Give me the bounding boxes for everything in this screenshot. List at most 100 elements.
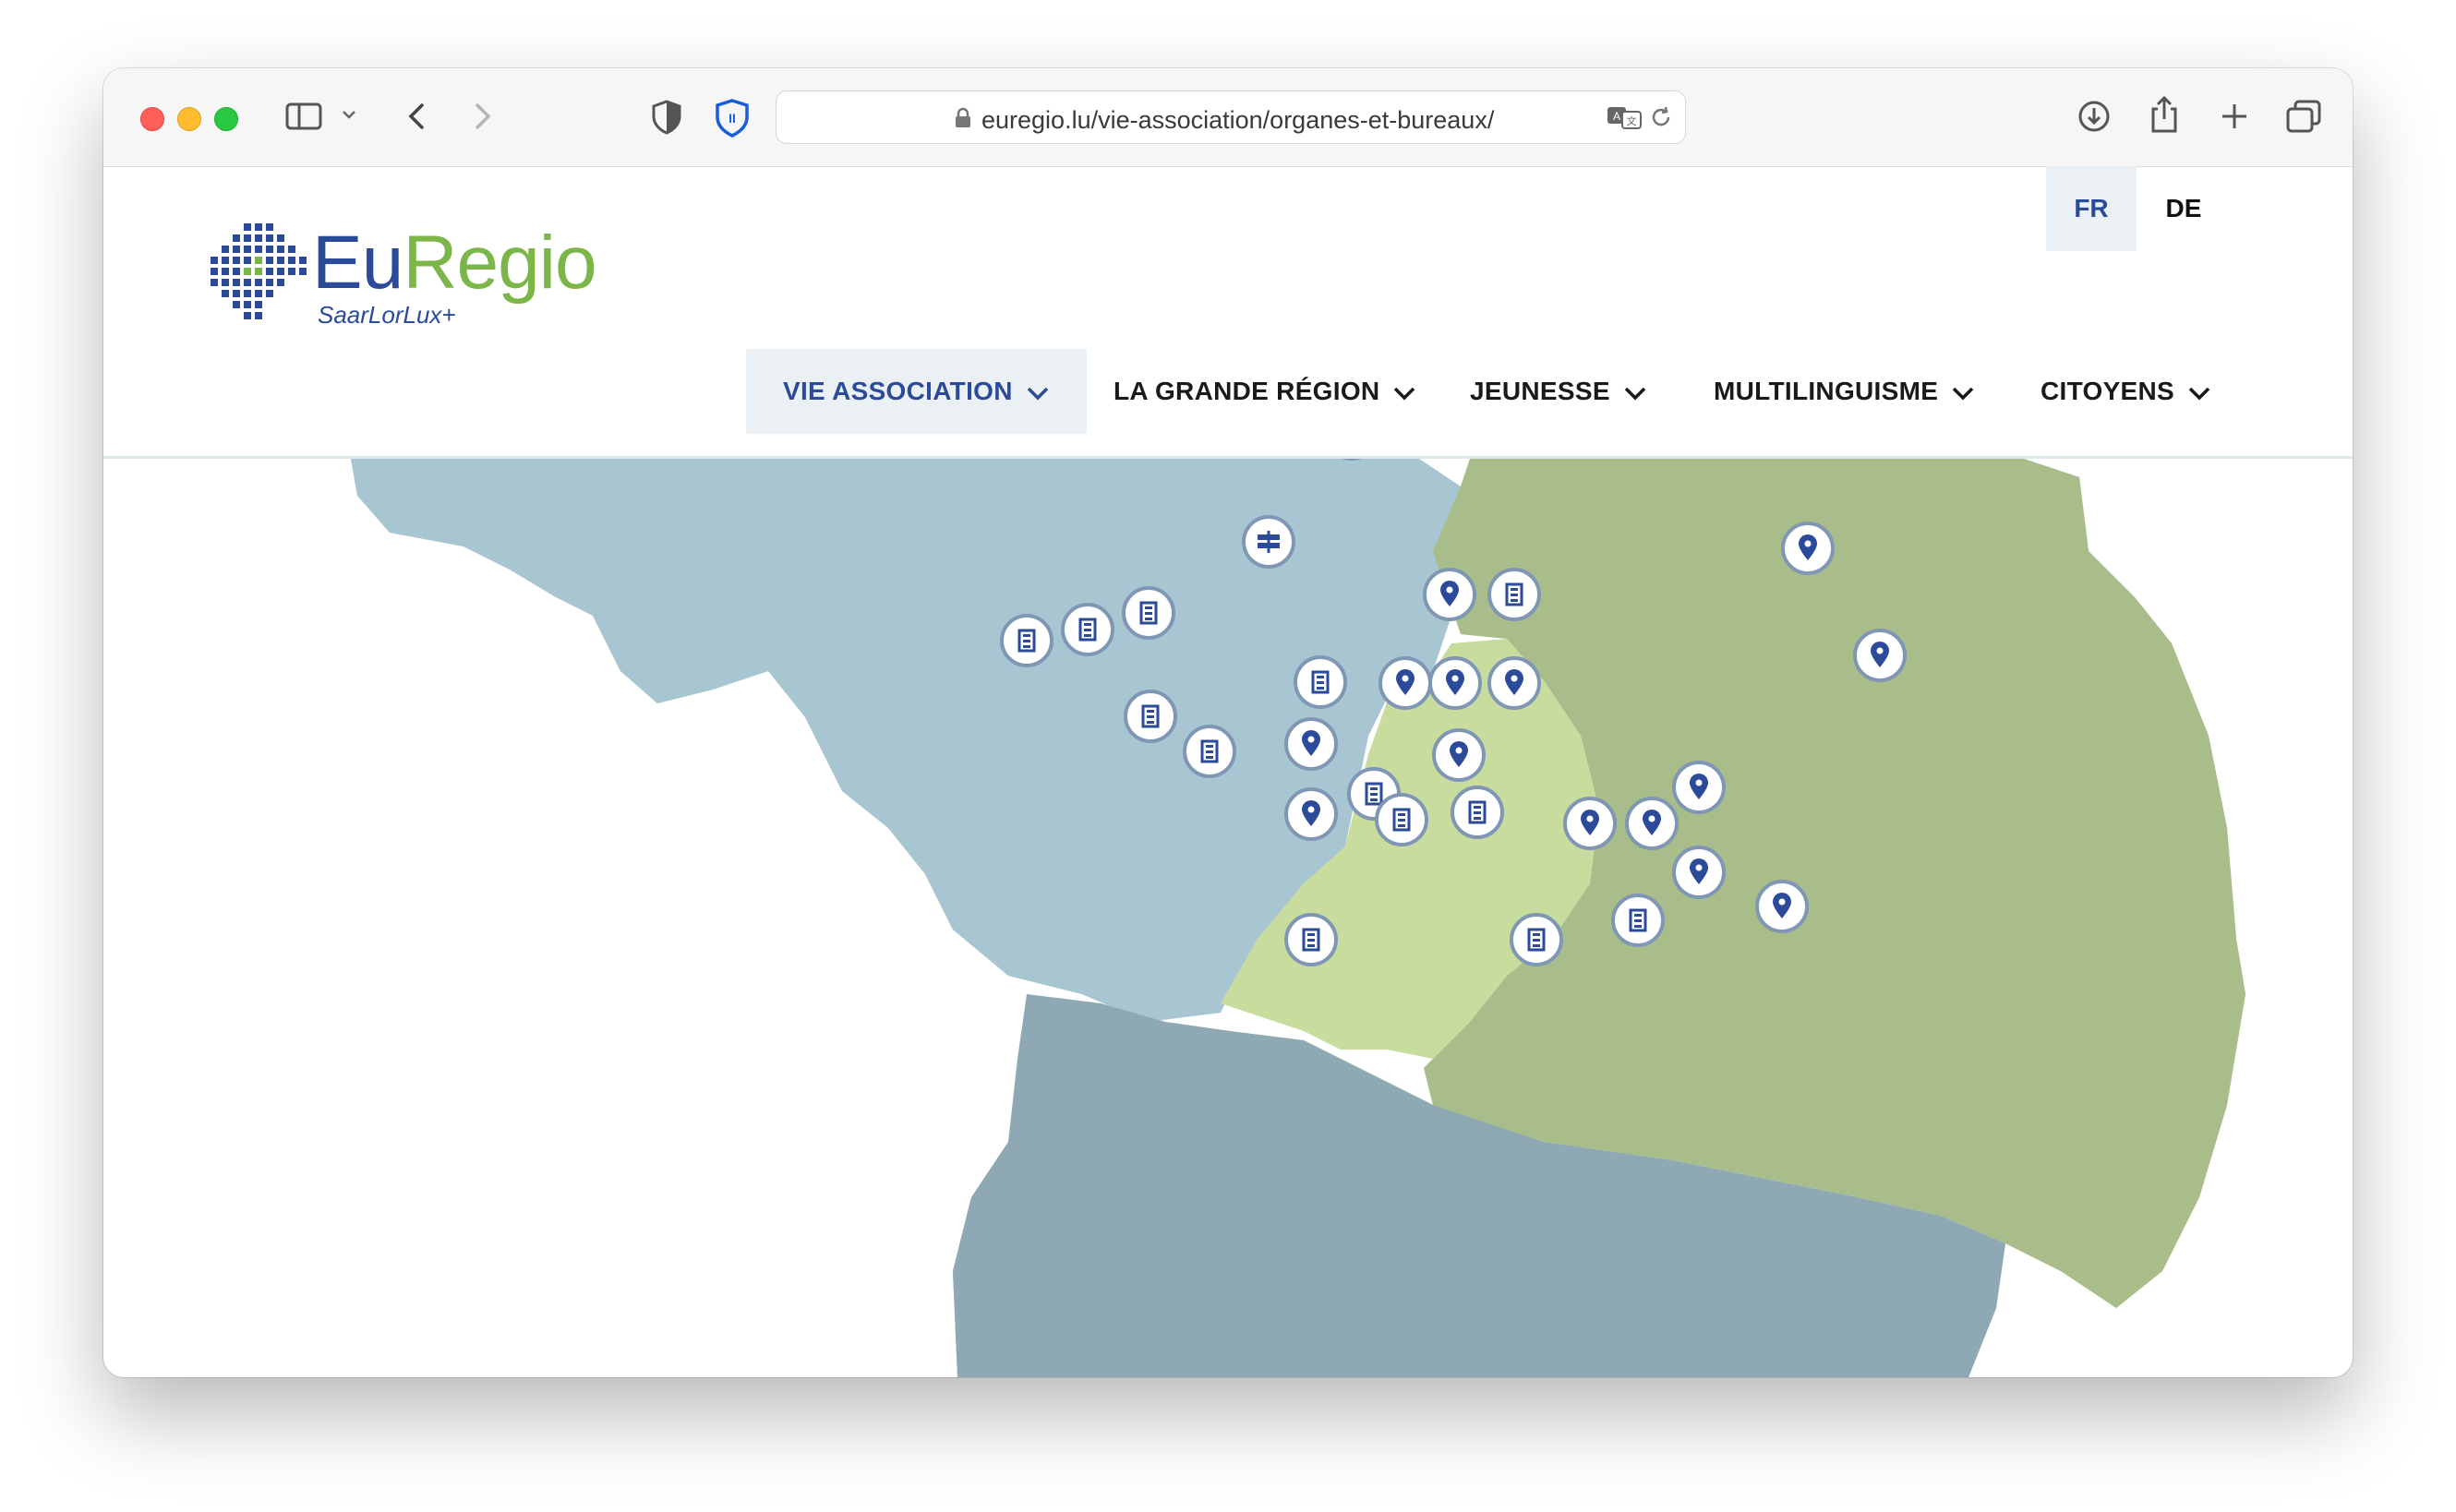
building-window (1206, 745, 1213, 748)
logo-title-regio: Regio (403, 221, 596, 305)
building-window (1145, 612, 1152, 615)
pin-dot (1446, 586, 1453, 594)
building-window (1206, 756, 1213, 759)
pin-dot (1307, 736, 1315, 743)
translate-icon[interactable]: A 文 (1606, 103, 1643, 131)
chevron-down-icon (1027, 387, 1048, 401)
building-window (1307, 933, 1315, 936)
pin-dot (1778, 898, 1786, 906)
building-window (1474, 811, 1481, 814)
map-marker-building[interactable] (1451, 786, 1504, 839)
map-marker-pin[interactable] (1423, 568, 1476, 621)
map-marker-building[interactable] (1510, 913, 1563, 966)
nav-vie-association[interactable]: VIE ASSOCIATION (746, 349, 1087, 434)
nav-jeunesse[interactable]: JEUNESSE (1470, 349, 1647, 434)
map-marker-pin[interactable] (1378, 656, 1432, 710)
pin-dot (1695, 779, 1703, 786)
building-window (1398, 824, 1405, 827)
nav-label: CITOYENS (2041, 377, 2175, 405)
close-window-button[interactable] (140, 107, 164, 131)
svg-text:II: II (728, 111, 736, 126)
pin-dot (1804, 540, 1812, 547)
building-window (1511, 599, 1518, 602)
nav-label: VIE ASSOCIATION (783, 377, 1013, 405)
map-marker-building[interactable] (1487, 568, 1541, 621)
map-marker-building[interactable] (1611, 894, 1665, 947)
building-window (1511, 594, 1518, 596)
map-marker-building[interactable] (1124, 690, 1177, 743)
map-marker-sign[interactable] (1242, 515, 1295, 569)
map-marker-building[interactable] (1284, 913, 1338, 966)
lang-fr[interactable]: FR (2046, 166, 2137, 251)
building-window (1398, 813, 1405, 816)
map-marker-building[interactable] (1000, 614, 1053, 667)
address-bar[interactable]: euregio.lu/vie-association/organes-et-bu… (776, 90, 1686, 144)
privacy-shield-icon[interactable] (648, 98, 685, 137)
tab-overview-icon[interactable] (2284, 98, 2323, 135)
map-marker-building[interactable] (1294, 655, 1347, 709)
nav-label: JEUNESSE (1470, 377, 1610, 405)
building-window (1370, 793, 1378, 796)
chevron-down-icon (1394, 387, 1415, 401)
building-window (1147, 715, 1154, 718)
building-window (1317, 676, 1324, 678)
sidebar-toggle-icon[interactable] (284, 98, 325, 135)
building-window (1145, 618, 1152, 620)
pin-dot (1511, 675, 1518, 682)
map-marker-pin[interactable] (1487, 656, 1541, 710)
map-marker-pin[interactable] (1432, 728, 1486, 782)
svg-text:A: A (1613, 110, 1620, 123)
chevron-down-icon (2188, 387, 2210, 401)
signpost-board (1258, 543, 1280, 548)
map-marker-pin[interactable] (1755, 880, 1809, 933)
signpost-icon (1267, 531, 1270, 553)
lock-icon (956, 107, 970, 127)
chevron-down-icon[interactable] (340, 105, 358, 124)
share-icon[interactable] (2146, 94, 2183, 135)
site-logo[interactable]: EuRegio SaarLorLux+ (211, 220, 608, 340)
back-icon[interactable] (399, 98, 436, 135)
map-marker-building[interactable] (1122, 586, 1175, 640)
nav-citoyens[interactable]: CITOYENS (2041, 349, 2211, 434)
building-window (1511, 588, 1518, 591)
reload-icon[interactable] (1648, 104, 1674, 130)
forward-icon[interactable] (464, 98, 500, 135)
bitwarden-extension-icon[interactable]: II (713, 98, 752, 138)
building-window (1634, 925, 1642, 928)
map-marker-pin[interactable] (1284, 717, 1338, 771)
building-window (1206, 750, 1213, 753)
map-marker-building[interactable] (1183, 725, 1236, 778)
chevron-down-icon (1952, 387, 1974, 401)
building-window (1023, 645, 1030, 648)
map-marker-building[interactable] (1061, 603, 1114, 656)
building-window (1147, 710, 1154, 713)
pin-dot (1586, 815, 1594, 822)
logo-title-eu: Eu (312, 221, 403, 305)
building-window (1023, 640, 1030, 642)
map-marker-pin[interactable] (1284, 787, 1338, 841)
region-map[interactable] (103, 459, 2353, 1377)
minimize-window-button[interactable] (177, 107, 201, 131)
nav-label: MULTILINGUISME (1714, 377, 1939, 405)
lang-de[interactable]: DE (2138, 166, 2229, 251)
zoom-window-button[interactable] (214, 107, 238, 131)
map-marker-pin[interactable] (1625, 797, 1679, 850)
building-window (1084, 634, 1091, 637)
map-marker-pin[interactable] (1853, 629, 1907, 682)
map-marker-pin[interactable] (1672, 846, 1726, 899)
building-window (1634, 919, 1642, 922)
building-window (1084, 623, 1091, 626)
pin-dot (1695, 864, 1703, 871)
building-window (1084, 629, 1091, 631)
nav-la-grande-region[interactable]: LA GRANDE RÉGION (1114, 349, 1416, 434)
map-marker-pin[interactable] (1781, 522, 1835, 575)
downloads-icon[interactable] (2076, 98, 2113, 135)
nav-multilinguisme[interactable]: MULTILINGUISME (1714, 349, 1975, 434)
map-marker-pin[interactable] (1563, 797, 1617, 850)
pin-dot (1402, 675, 1409, 682)
map-marker-pin[interactable] (1428, 656, 1482, 710)
building-window (1533, 944, 1540, 947)
map-marker-building[interactable] (1375, 793, 1428, 846)
new-tab-icon[interactable] (2216, 98, 2253, 135)
map-marker-pin[interactable] (1672, 761, 1726, 814)
